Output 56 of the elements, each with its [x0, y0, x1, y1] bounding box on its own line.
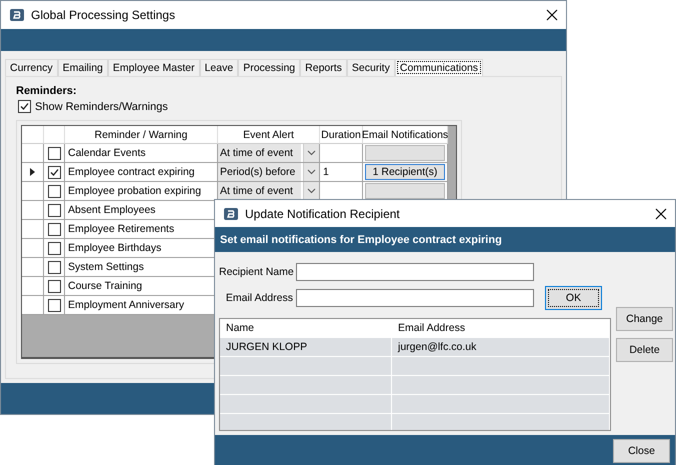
app-icon	[223, 206, 239, 222]
column-header: Email Address	[392, 319, 610, 338]
event-alert-dropdown[interactable]: At time of event	[218, 182, 301, 200]
checkbox-label: Show Reminders/Warnings	[35, 100, 168, 112]
ok-button[interactable]: OK	[545, 286, 602, 310]
table-cell: Employee probation expiring	[65, 182, 218, 201]
tab[interactable]: Emailing	[58, 59, 108, 76]
checkbox[interactable]	[48, 260, 60, 274]
window-title: Global Processing Settings	[31, 8, 176, 22]
input-field[interactable]	[296, 263, 534, 281]
table-cell: 1	[320, 163, 363, 182]
column-header: Email Notifications	[363, 126, 448, 144]
section-label: Reminders:	[16, 85, 78, 97]
checkbox[interactable]	[18, 100, 31, 113]
column-header: Reminder / Warning	[65, 126, 218, 144]
input-field[interactable]	[296, 289, 534, 307]
caret-icon[interactable]	[307, 188, 316, 194]
field-label: Email Address	[224, 292, 293, 304]
checkbox[interactable]	[48, 280, 60, 292]
dialog-heading: Set email notifications for Employee contract expiring	[219, 234, 502, 246]
column-header: Duration	[320, 126, 363, 144]
recipients-button[interactable]: 1 Recipient(s)	[365, 164, 445, 180]
tab[interactable]: Reports	[300, 59, 347, 76]
checkbox[interactable]	[48, 242, 60, 254]
app-icon	[9, 7, 25, 23]
tab[interactable]: Communications	[394, 59, 484, 76]
column-header: Name	[220, 319, 392, 338]
tab[interactable]: Leave	[200, 59, 238, 76]
column-header: Event Alert	[218, 126, 320, 144]
checkbox[interactable]	[48, 222, 60, 236]
table-cell: jurgen@lfc.co.uk	[392, 338, 610, 357]
table-cell: Employee contract expiring	[65, 163, 218, 182]
caret-icon[interactable]	[307, 150, 316, 156]
action-button[interactable]: Delete	[616, 338, 673, 362]
close-icon[interactable]	[546, 9, 558, 21]
dialog-title: Update Notification Recipient	[245, 206, 401, 220]
caret-icon[interactable]	[307, 169, 316, 175]
close-button[interactable]: Close	[613, 439, 670, 463]
checkbox[interactable]	[48, 298, 60, 312]
tab[interactable]: Employee Master	[108, 59, 200, 76]
checkbox[interactable]	[48, 204, 60, 216]
event-alert-dropdown[interactable]: Period(s) before	[218, 163, 301, 181]
current-row-icon	[30, 168, 35, 176]
event-alert-dropdown[interactable]: At time of event	[218, 144, 301, 162]
action-button[interactable]: Change	[616, 307, 673, 331]
tab[interactable]: Security	[346, 59, 395, 76]
checkbox[interactable]	[48, 184, 60, 198]
table-cell: JURGEN KLOPP	[220, 338, 392, 357]
tab[interactable]: Currency	[5, 59, 58, 76]
table-cell: Calendar Events	[65, 144, 218, 163]
field-label: Recipient Name	[219, 266, 293, 278]
checkbox[interactable]	[48, 146, 60, 160]
tab[interactable]: Processing	[238, 59, 300, 76]
close-icon[interactable]	[655, 208, 667, 220]
checkbox[interactable]	[48, 166, 60, 178]
header-cell	[22, 126, 44, 144]
